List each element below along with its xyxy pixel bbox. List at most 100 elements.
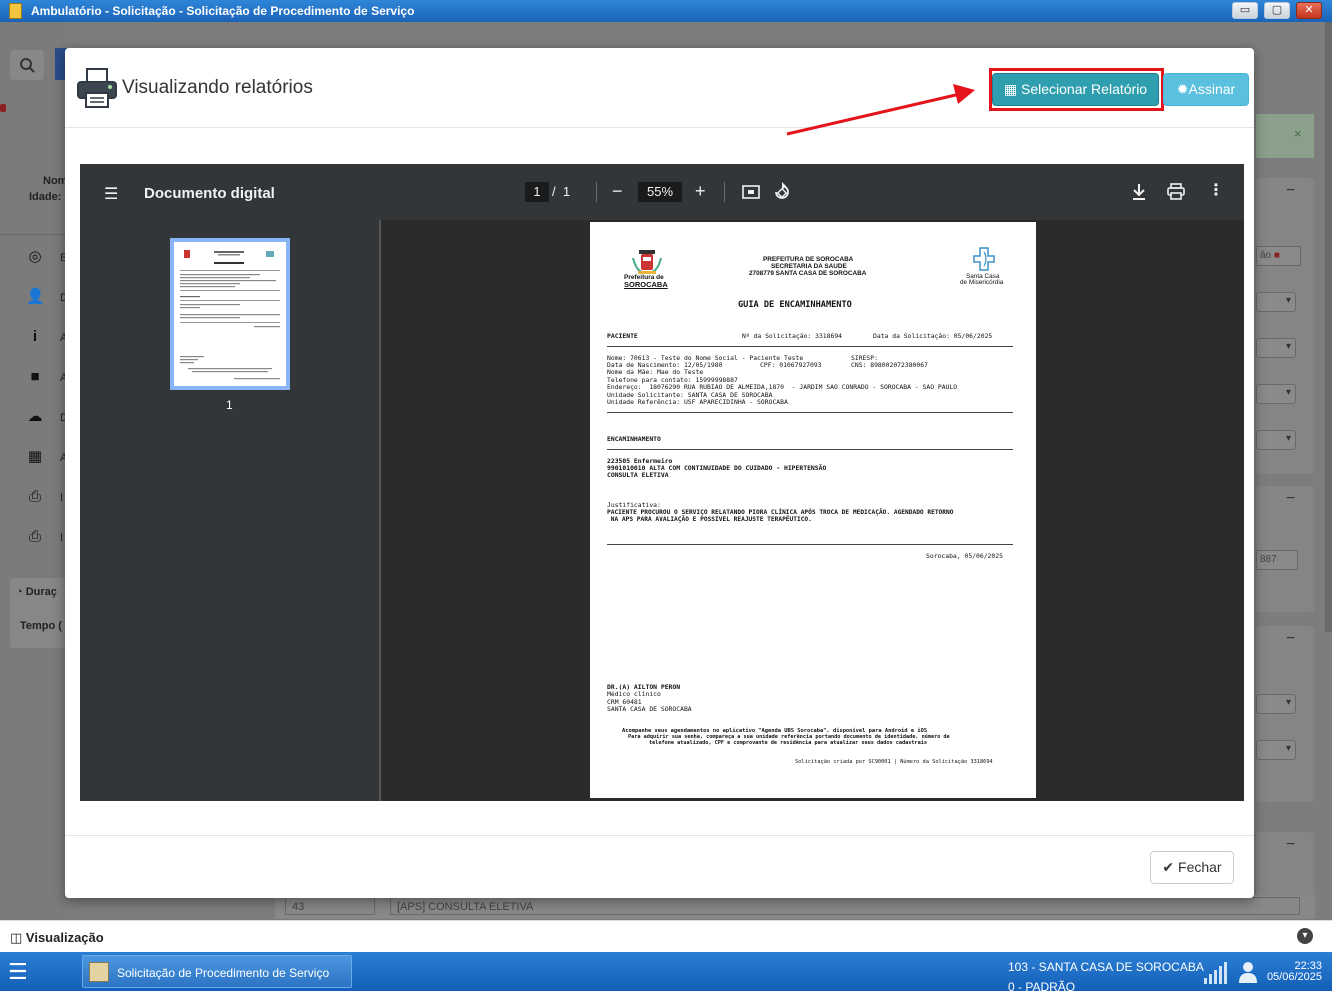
doctor-unit: SANTA CASA DE SOROCABA xyxy=(607,705,692,713)
divider xyxy=(607,449,1013,450)
close-icon: × xyxy=(1294,126,1302,141)
visualization-bar: ◫ Visualização ▾ xyxy=(0,920,1332,952)
thumbnail-panel: 1 xyxy=(80,220,380,801)
bg-field: ão ■ xyxy=(1256,246,1301,266)
minimize-icon: ▭ xyxy=(1239,4,1251,16)
add-user-icon[interactable]: 👤 xyxy=(26,288,45,306)
minimize-button[interactable]: ▭ xyxy=(1232,2,1258,19)
window-title-bar: Ambulatório - Solicitação - Solicitação … xyxy=(0,0,1332,22)
maximize-button[interactable]: ▢ xyxy=(1264,2,1290,19)
annotation-arrow xyxy=(786,84,975,136)
visualization-label[interactable]: ◫ Visualização xyxy=(10,930,104,946)
print-icon[interactable]: ⎙ xyxy=(26,488,44,506)
print-icon[interactable]: ⎙ xyxy=(26,528,44,546)
calendar-icon[interactable]: ▦ xyxy=(26,448,44,466)
pdf-title: Documento digital xyxy=(144,185,275,202)
minus-icon: − xyxy=(1286,490,1296,507)
download-icon[interactable] xyxy=(1131,183,1147,201)
fit-page-icon[interactable] xyxy=(742,184,760,200)
pdf-toolbar: ☰ Documento digital 1 / 1 − 55% + ⋮ xyxy=(80,164,1244,220)
divider xyxy=(607,346,1013,347)
page-number-input[interactable]: 1 xyxy=(525,182,549,202)
cloud-download-icon[interactable]: ☁ xyxy=(26,408,44,426)
hospital-logo xyxy=(973,247,995,271)
notice-text: telefone atualizado, CPF e comprovante d… xyxy=(649,740,927,746)
bg-select xyxy=(1256,740,1296,760)
divider xyxy=(607,544,1013,545)
zoom-out-button[interactable]: − xyxy=(612,181,623,201)
more-vert-icon[interactable]: ⋮ xyxy=(1208,181,1224,201)
highlight-box xyxy=(989,68,1164,111)
modal-header: Visualizando relatórios ▦ Selecionar Rel… xyxy=(65,48,1254,136)
user-icon[interactable] xyxy=(1238,961,1258,983)
fingerprint-icon[interactable]: ◎ xyxy=(26,248,44,266)
taskbar: ☰ Solicitação de Procedimento de Serviço… xyxy=(0,952,1332,991)
search-icon xyxy=(20,58,35,73)
divider xyxy=(596,182,597,202)
thumbnail-preview xyxy=(180,250,280,380)
report-modal: Visualizando relatórios ▦ Selecionar Rel… xyxy=(65,48,1254,898)
pdf-viewer: ☰ Documento digital 1 / 1 − 55% + ⋮ 1 Pr… xyxy=(80,164,1244,801)
zoom-level[interactable]: 55% xyxy=(638,182,682,202)
bg-name-label: Nom xyxy=(43,175,68,187)
bg-sidebar-item: I xyxy=(60,492,64,504)
bg-card: − xyxy=(1256,486,1314,612)
taskbar-item-label: Solicitação de Procedimento de Serviço xyxy=(117,966,330,980)
background-sidebar: Nom Idade: ◎ E 👤 D i A ■ A ☁ D ▦ A ⎙ I ⎙… xyxy=(0,22,68,919)
signal-icon xyxy=(1204,962,1227,984)
modal-footer: ✔ Fechar xyxy=(65,835,1254,898)
folder-icon[interactable]: ■ xyxy=(26,368,44,386)
modal-title: Visualizando relatórios xyxy=(122,77,313,98)
menu-icon[interactable]: ☰ xyxy=(104,184,118,204)
bg-select xyxy=(1256,292,1296,312)
menu-icon[interactable]: ☰ xyxy=(8,961,28,983)
thumbnail-page-number: 1 xyxy=(226,398,233,412)
institution-label: 103 - SANTA CASA DE SOROCABA xyxy=(1008,960,1204,974)
city-logo-text: SOROCABA xyxy=(624,280,668,289)
chevron-down-icon[interactable]: ▾ xyxy=(1297,928,1313,944)
zoom-in-button[interactable]: + xyxy=(695,181,706,201)
bg-bottom-row: 43 [APS] CONSULTA ELETIVA xyxy=(275,895,1315,919)
clock: 22:33 05/06/2025 xyxy=(1266,960,1322,983)
page-count: / 1 xyxy=(552,184,571,199)
bg-sidebar-item: I xyxy=(60,532,64,544)
doc-title: GUIA DE ENCAMINHAMENTO xyxy=(738,300,852,310)
bg-select xyxy=(1256,338,1296,358)
scrollbar[interactable] xyxy=(1325,22,1332,632)
bg-card: − xyxy=(1256,626,1314,802)
lock-icon: ■ xyxy=(1273,250,1280,261)
app-icon xyxy=(9,3,22,19)
columns-icon: ◫ xyxy=(10,930,26,945)
bg-time-label: Tempo ( xyxy=(20,620,62,632)
referral-line: CONSULTA ELETIVA xyxy=(607,471,669,479)
cpf: CPF: 01067927093 xyxy=(760,361,822,369)
info-icon[interactable]: i xyxy=(26,328,44,346)
minus-icon: − xyxy=(1286,836,1296,853)
background-right-panel: × − ão ■ − 887 − − xyxy=(1254,22,1332,919)
badge-icon: ✹ xyxy=(1176,81,1189,97)
minus-icon: − xyxy=(1286,182,1296,199)
doc-header: 2708779 SANTA CASA DE SOROCABA xyxy=(749,270,867,277)
page-thumbnail[interactable] xyxy=(170,238,290,390)
bg-duration-card: ◔ Duraç Tempo ( xyxy=(10,578,66,648)
print-icon[interactable] xyxy=(1167,183,1185,200)
bg-field: 887 xyxy=(1256,550,1298,570)
justification-text: NA APS PARA AVALIAÇÃO E POSSÍVEL REAJUST… xyxy=(607,516,812,523)
sign-button[interactable]: ✹Assinar xyxy=(1163,73,1249,106)
close-window-button[interactable]: ✕ xyxy=(1296,2,1322,19)
close-button[interactable]: ✔ Fechar xyxy=(1150,851,1234,884)
request-date: Data da Solicitação: 05/06/2025 xyxy=(873,332,993,340)
section-referral: ENCAMINHAMENTO xyxy=(607,435,661,443)
maximize-icon: ▢ xyxy=(1271,4,1283,16)
bg-desc-field: [APS] CONSULTA ELETIVA xyxy=(390,897,1300,915)
plus-icon: + xyxy=(695,181,706,201)
printer-icon xyxy=(77,68,117,108)
divider xyxy=(724,182,725,202)
rotate-icon[interactable] xyxy=(773,182,791,202)
bg-select xyxy=(1256,430,1296,450)
city-coat-of-arms xyxy=(632,250,662,274)
taskbar-item[interactable]: Solicitação de Procedimento de Serviço xyxy=(82,955,352,988)
reference-unit: Unidade Referência: USF APARECIDINHA - S… xyxy=(607,398,788,406)
bg-alert: × xyxy=(1256,114,1314,158)
close-icon: ✕ xyxy=(1304,4,1314,16)
